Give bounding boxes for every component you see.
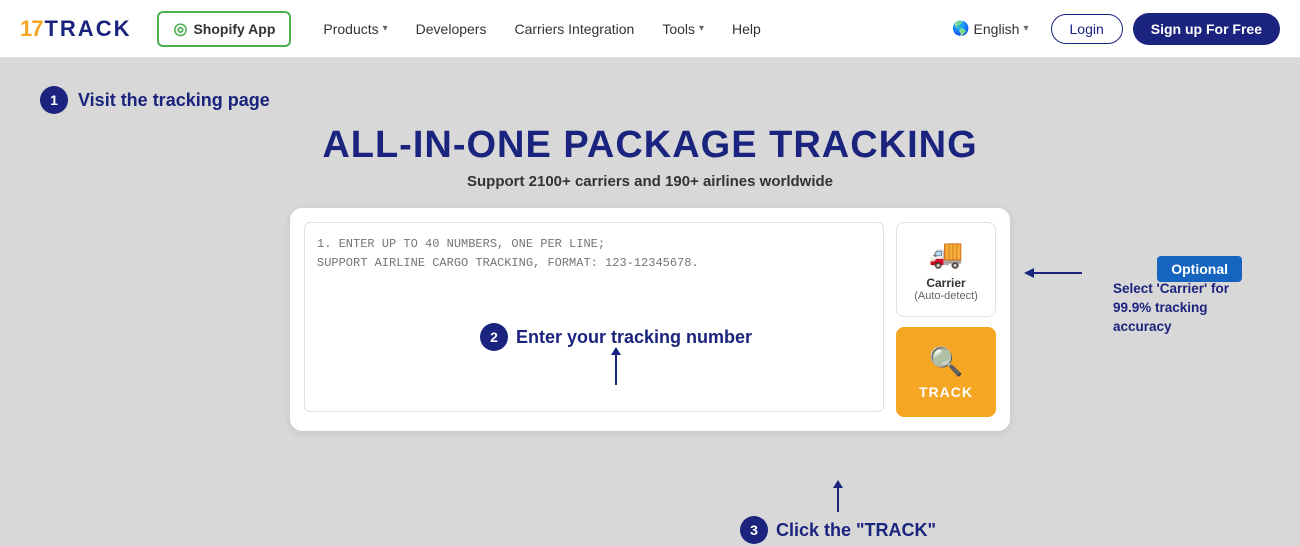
nav-help[interactable]: Help: [720, 13, 773, 45]
globe-icon: 🌎: [952, 20, 969, 37]
nav-english[interactable]: 🌎 English ▾: [940, 12, 1040, 45]
logo-track: TRACK: [44, 16, 131, 42]
track-search-icon: 🔍: [929, 345, 964, 378]
step3-arrowhead: [833, 480, 843, 488]
nav-tools[interactable]: Tools ▾: [650, 13, 716, 45]
carrier-label: Carrier: [926, 276, 965, 290]
step1-circle: 1: [40, 86, 68, 114]
step2-circle: 2: [480, 323, 508, 351]
step3-annotation: 3 Click the "TRACK": [740, 488, 936, 544]
optional-desc: Select 'Carrier' for 99.9% tracking accu…: [1113, 280, 1268, 337]
english-caret: ▾: [1023, 23, 1028, 34]
nav-products[interactable]: Products ▾: [311, 13, 399, 45]
step2-annotation: 2 Enter your tracking number: [480, 323, 752, 385]
step1-badge: 1 Visit the tracking page: [40, 86, 1260, 114]
shopify-btn-label: Shopify App: [193, 21, 275, 37]
optional-label: Optional: [1171, 261, 1228, 277]
main-heading: ALL-IN-ONE PACKAGE TRACKING: [40, 124, 1260, 167]
tracking-widget: 🚚 Carrier (Auto-detect) 🔍 TRACK: [290, 208, 1010, 431]
main-content: 1 Visit the tracking page ALL-IN-ONE PAC…: [0, 58, 1300, 451]
sub-heading: Support 2100+ carriers and 190+ airlines…: [40, 173, 1260, 190]
shopify-icon: ◎: [173, 19, 187, 39]
step3-label-wrap: 3 Click the "TRACK": [740, 516, 936, 544]
step2-arrowhead: [611, 347, 621, 355]
truck-icon: 🚚: [929, 237, 964, 270]
products-caret: ▾: [383, 23, 388, 34]
step2-arrow-line: [615, 355, 617, 385]
nav-developers[interactable]: Developers: [404, 13, 499, 45]
login-button[interactable]: Login: [1051, 14, 1123, 44]
logo[interactable]: 17 TRACK: [20, 16, 131, 42]
tools-caret: ▾: [699, 23, 704, 34]
step3-text: Click the "TRACK": [776, 520, 936, 541]
tracking-textarea-wrap: [304, 222, 884, 417]
carrier-selector[interactable]: 🚚 Carrier (Auto-detect): [896, 222, 996, 317]
carrier-sublabel: (Auto-detect): [914, 290, 978, 302]
logo-17: 17: [20, 16, 42, 42]
navbar: 17 TRACK ◎ Shopify App Products ▾ Develo…: [0, 0, 1300, 58]
nav-links: Products ▾ Developers Carriers Integrati…: [311, 13, 930, 45]
step3-arrow-line: [837, 488, 839, 512]
shopify-app-button[interactable]: ◎ Shopify App: [157, 11, 291, 47]
track-button[interactable]: 🔍 TRACK: [896, 327, 996, 417]
nav-right: 🌎 English ▾ Login Sign up For Free: [940, 12, 1280, 45]
optional-arrow: [1022, 265, 1082, 286]
step3-circle: 3: [740, 516, 768, 544]
carrier-column: 🚚 Carrier (Auto-detect) 🔍 TRACK: [896, 222, 996, 417]
track-label: TRACK: [919, 384, 973, 400]
optional-badge: Optional: [1157, 256, 1242, 282]
step2-text: Enter your tracking number: [516, 327, 752, 348]
signup-button[interactable]: Sign up For Free: [1133, 13, 1280, 45]
nav-carriers-integration[interactable]: Carriers Integration: [502, 13, 646, 45]
step1-label: Visit the tracking page: [78, 90, 270, 111]
